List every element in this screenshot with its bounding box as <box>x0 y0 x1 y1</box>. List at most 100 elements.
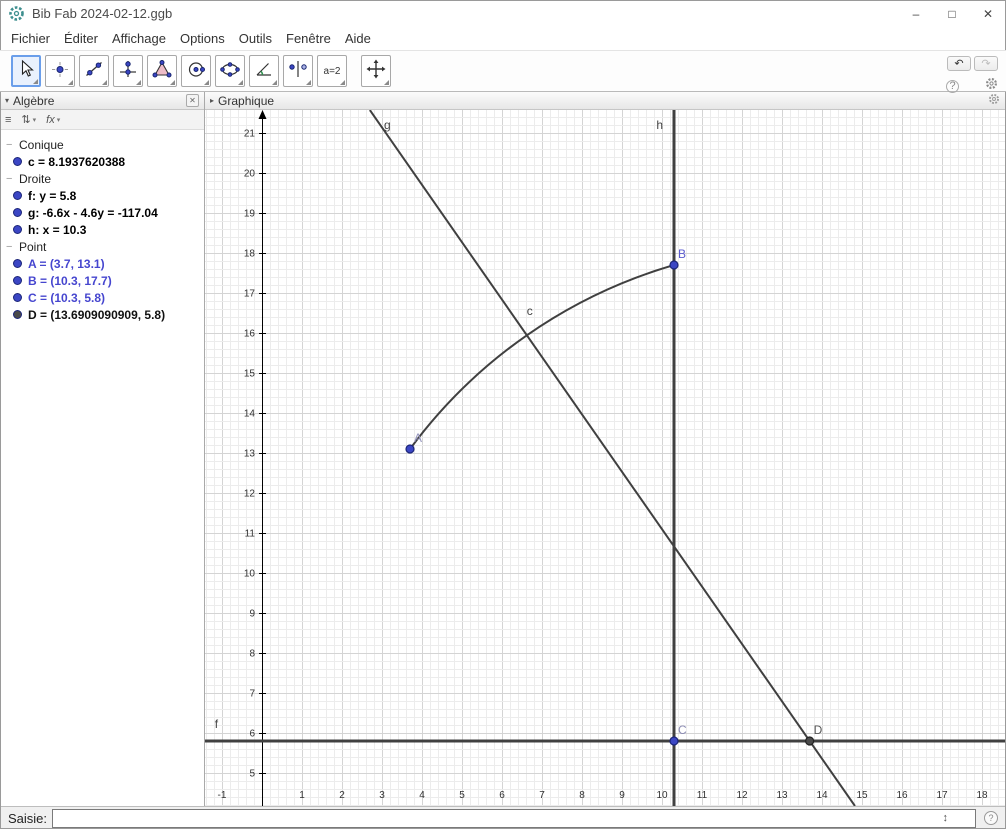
transform-tool-button[interactable] <box>283 55 313 87</box>
algebra-close-icon[interactable]: ✕ <box>186 94 199 107</box>
tool-dropdown-caret[interactable] <box>102 80 107 85</box>
graph-svg[interactable]: 56789101112131415161718192021-1 1 2 3 4 5 6 7 8 9… <box>205 110 1005 806</box>
maximize-button[interactable]: □ <box>934 1 970 26</box>
algebra-item-g[interactable]: g: -6.6x - 4.6y = -117.04 <box>0 204 204 221</box>
algebra-item-C[interactable]: C = (10.3, 5.8) <box>0 289 204 306</box>
menu-affichage[interactable]: Affichage <box>105 28 173 49</box>
algebra-panel-title: Algèbre <box>13 93 55 108</box>
move-graphics-tool-button[interactable] <box>361 55 391 87</box>
svg-text:13: 13 <box>776 790 788 801</box>
minimize-button[interactable]: – <box>898 1 934 26</box>
algebra-group-conique[interactable]: − Conique <box>0 136 204 153</box>
tool-dropdown-caret[interactable] <box>136 80 141 85</box>
menu-fichier[interactable]: Fichier <box>4 28 57 49</box>
visibility-marble-icon[interactable] <box>13 191 22 200</box>
sort-icon[interactable]: ≡ <box>5 114 11 126</box>
visibility-marble-icon[interactable] <box>13 276 22 285</box>
tool-dropdown-caret[interactable] <box>204 80 209 85</box>
visibility-marble-icon[interactable] <box>13 225 22 234</box>
point-A[interactable] <box>405 444 415 454</box>
svg-text:16: 16 <box>896 790 908 801</box>
close-button[interactable]: ✕ <box>970 1 1006 26</box>
input-history-spinner-icon[interactable]: ↕ <box>943 811 949 825</box>
fx-filter-icon[interactable]: fx ▾ <box>46 114 60 126</box>
svg-text:17: 17 <box>244 289 256 300</box>
svg-text:16: 16 <box>244 329 256 340</box>
algebra-item-c[interactable]: c = 8.1937620388 <box>0 153 204 170</box>
group-label: Droite <box>19 171 52 186</box>
tool-dropdown-caret[interactable] <box>238 80 243 85</box>
svg-text:18: 18 <box>976 790 988 801</box>
point-D[interactable] <box>805 736 815 746</box>
visibility-marble-icon[interactable] <box>13 208 22 217</box>
graphics-canvas[interactable]: 5 6 7 8 9 10 11 12 13 14 15 16 17 18 19 20 21 -1 1 2 3 4 5 6 7 8 9… <box>205 110 1005 806</box>
visibility-marble-icon[interactable] <box>13 310 22 319</box>
svg-text:19: 19 <box>244 209 256 220</box>
item-text: C = (10.3, 5.8) <box>28 290 106 305</box>
algebra-toolbar: ≡ ⇅ ▾ fx ▾ <box>0 110 204 130</box>
title-bar: Bib Fab 2024-02-12.ggb – □ ✕ <box>0 0 1006 26</box>
point-C[interactable] <box>669 736 679 746</box>
tool-dropdown-caret[interactable] <box>68 80 73 85</box>
redo-button[interactable]: ↷ <box>974 56 998 71</box>
menu-fenetre[interactable]: Fenêtre <box>279 28 338 49</box>
menu-editer[interactable]: Éditer <box>57 28 105 49</box>
undo-button[interactable]: ↶ <box>947 56 971 71</box>
point-B[interactable] <box>669 260 679 270</box>
menu-options[interactable]: Options <box>173 28 232 49</box>
svg-text:A: A <box>414 431 422 445</box>
menu-bar: Fichier Éditer Affichage Options Outils … <box>0 26 1006 50</box>
tool-dropdown-caret[interactable] <box>340 80 345 85</box>
algebra-item-f[interactable]: f: y = 5.8 <box>0 187 204 204</box>
circle-tool-button[interactable] <box>181 55 211 87</box>
svg-text:2: 2 <box>339 790 345 801</box>
line-tool-button[interactable] <box>79 55 109 87</box>
algebra-item-D[interactable]: D = (13.6909090909, 5.8) <box>0 306 204 323</box>
svg-text:15: 15 <box>856 790 868 801</box>
tree-collapse-icon[interactable]: − <box>6 173 19 185</box>
svg-text:f: f <box>215 717 219 731</box>
algebra-item-A[interactable]: A = (3.7, 13.1) <box>0 255 204 272</box>
menu-aide[interactable]: Aide <box>338 28 378 49</box>
graphics-settings-gear-icon[interactable] <box>988 93 1000 108</box>
sort-order-icon[interactable]: ⇅ ▾ <box>21 113 36 126</box>
collapse-triangle-icon[interactable]: ▾ <box>5 96 9 105</box>
algebra-group-point[interactable]: − Point <box>0 238 204 255</box>
algebra-item-B[interactable]: B = (10.3, 17.7) <box>0 272 204 289</box>
svg-text:8: 8 <box>249 649 255 660</box>
help-icon[interactable]: ? <box>946 79 959 93</box>
visibility-marble-icon[interactable] <box>13 157 22 166</box>
tool-dropdown-caret[interactable] <box>306 80 311 85</box>
group-label: Conique <box>19 137 64 152</box>
svg-text:12: 12 <box>736 790 748 801</box>
conic-tool-button[interactable] <box>215 55 245 87</box>
angle-tool-button[interactable] <box>249 55 279 87</box>
move-tool-button[interactable] <box>11 55 41 87</box>
svg-text:10: 10 <box>244 569 256 580</box>
tree-collapse-icon[interactable]: − <box>6 139 19 151</box>
polygon-tool-button[interactable] <box>147 55 177 87</box>
settings-gear-icon[interactable] <box>985 77 998 95</box>
svg-text:7: 7 <box>539 790 545 801</box>
tool-dropdown-caret[interactable] <box>170 80 175 85</box>
command-input[interactable] <box>52 808 976 828</box>
visibility-marble-icon[interactable] <box>13 293 22 302</box>
menu-outils[interactable]: Outils <box>232 28 279 49</box>
tree-collapse-icon[interactable]: − <box>6 241 19 253</box>
algebra-group-droite[interactable]: − Droite <box>0 170 204 187</box>
item-text: B = (10.3, 17.7) <box>28 273 112 288</box>
visibility-marble-icon[interactable] <box>13 259 22 268</box>
tool-dropdown-caret[interactable] <box>33 79 38 84</box>
svg-text:14: 14 <box>816 790 828 801</box>
input-bar-label: Saisie: <box>8 810 48 826</box>
input-help-icon[interactable]: ? <box>984 811 998 825</box>
tool-dropdown-caret[interactable] <box>272 80 277 85</box>
expand-triangle-icon[interactable]: ▸ <box>210 96 214 105</box>
special-line-tool-button[interactable] <box>113 55 143 87</box>
slider-tool-button[interactable]: a=2 <box>317 55 347 87</box>
point-tool-button[interactable] <box>45 55 75 87</box>
tool-dropdown-caret[interactable] <box>384 80 389 85</box>
algebra-item-h[interactable]: h: x = 10.3 <box>0 221 204 238</box>
graphics-panel-title: Graphique <box>218 93 275 108</box>
svg-text:5: 5 <box>459 790 465 801</box>
